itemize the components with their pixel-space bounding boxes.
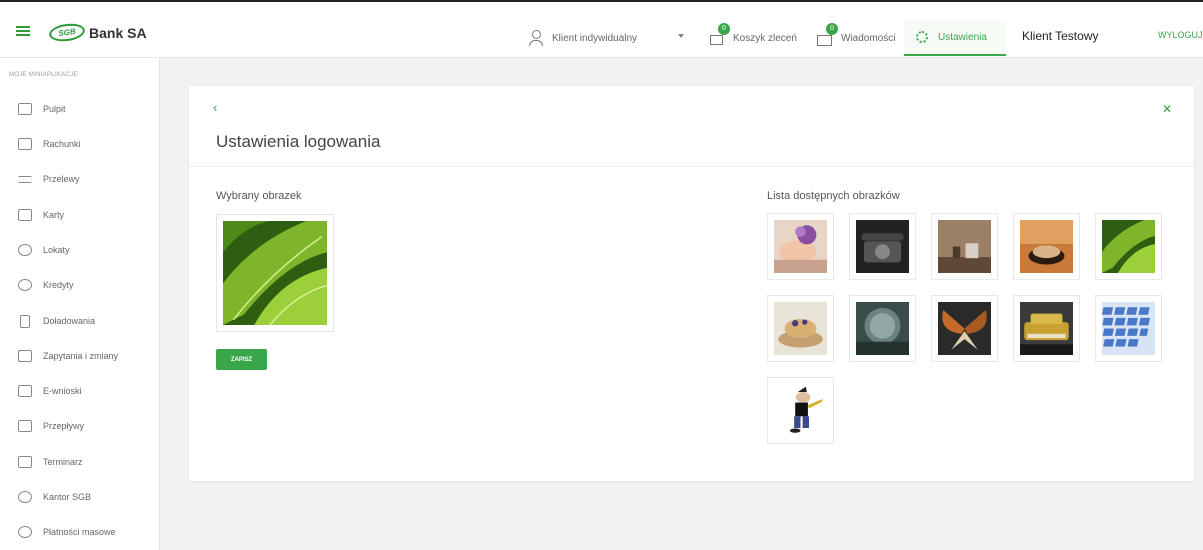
- client-name: Klient Testowy: [1022, 29, 1099, 43]
- basket-count-badge: 0: [718, 23, 730, 35]
- sidebar: MOJE MINIAPLIKACJE Pulpit Rachunki Przel…: [0, 58, 160, 550]
- close-icon[interactable]: ✕: [1162, 102, 1172, 116]
- logo-badge: SGB: [47, 21, 87, 44]
- sidebar-item-label: E-wnioski: [43, 386, 82, 396]
- transfers-icon: [18, 175, 32, 183]
- image-option-cartoon[interactable]: [767, 377, 834, 444]
- calendar-icon: [18, 456, 32, 468]
- sidebar-item-terminarz[interactable]: Terminarz: [0, 447, 160, 477]
- back-arrow-icon[interactable]: ‹: [213, 100, 227, 115]
- sidebar-item-rachunki[interactable]: Rachunki: [0, 129, 160, 159]
- image-option-desk-lamp[interactable]: [931, 213, 998, 280]
- sidebar-item-kantor[interactable]: Kantor SGB: [0, 482, 160, 512]
- card-icon: [18, 209, 32, 221]
- messages-label: Wiadomości: [841, 32, 896, 44]
- sidebar-item-pulpit[interactable]: Pulpit: [0, 94, 160, 124]
- image-option-butterfly[interactable]: [931, 295, 998, 362]
- logout-link[interactable]: WYLOGUJ: [1158, 30, 1203, 40]
- inquiries-icon: [18, 350, 32, 362]
- bulk-payments-icon: [18, 526, 32, 538]
- client-type-label: Klient indywidualny: [552, 32, 638, 44]
- sidebar-item-przeplywy[interactable]: Przepływy: [0, 411, 160, 441]
- sidebar-item-label: Kantor SGB: [43, 492, 92, 502]
- logo-text: Bank SA: [89, 24, 147, 41]
- phone-icon: [20, 314, 30, 328]
- sidebar-item-zapytania[interactable]: Zapytania i zmiany: [0, 341, 160, 371]
- nav-messages[interactable]: 0 Wiadomości: [817, 20, 895, 56]
- accounts-icon: [18, 138, 32, 150]
- sidebar-item-label: Zapytania i zmiany: [43, 351, 119, 361]
- image-option-cake[interactable]: [767, 295, 834, 362]
- user-icon: [528, 30, 544, 46]
- selected-image-label: Wybrany obrazek: [216, 190, 302, 202]
- sidebar-item-label: Rachunki: [43, 139, 81, 149]
- image-option-telephone[interactable]: [849, 213, 916, 280]
- forms-icon: [18, 385, 32, 397]
- sidebar-item-label: Przelewy: [43, 174, 80, 184]
- selected-image: [216, 214, 334, 332]
- image-option-keyboard[interactable]: [1095, 295, 1162, 362]
- available-images-label: Lista dostępnych obrazków: [767, 190, 900, 202]
- login-settings-card: ‹ ✕ Ustawienia logowania Wybrany obrazek…: [189, 86, 1194, 481]
- sidebar-item-kredyty[interactable]: Kredyty: [0, 270, 160, 300]
- page-title: Ustawienia logowania: [216, 132, 381, 151]
- nav-settings[interactable]: Ustawienia: [904, 20, 1006, 56]
- sidebar-item-e-wnioski[interactable]: E-wnioski: [0, 376, 160, 406]
- sidebar-item-label: Przepływy: [43, 421, 85, 431]
- image-option-compass[interactable]: [849, 295, 916, 362]
- flows-icon: [18, 420, 32, 432]
- envelope-icon: 0: [817, 23, 838, 46]
- bank-logo[interactable]: SGB Bank SA: [47, 21, 147, 44]
- messages-count-badge: 0: [826, 23, 838, 35]
- divider: [189, 166, 1194, 167]
- desktop-icon: [18, 103, 32, 115]
- gear-icon: [914, 29, 930, 45]
- image-option-vintage-car[interactable]: [1013, 295, 1080, 362]
- sidebar-item-label: Doładowania: [43, 316, 96, 326]
- client-type-selector[interactable]: Klient indywidualny: [528, 20, 637, 56]
- nav-basket[interactable]: 0 Koszyk zleceń: [709, 20, 797, 56]
- deposit-icon: [18, 244, 32, 256]
- image-option-coffee[interactable]: [1013, 213, 1080, 280]
- sidebar-item-label: Kredyty: [43, 280, 74, 290]
- sidebar-item-label: Pulpit: [43, 104, 66, 114]
- sidebar-item-label: Płatności masowe: [43, 527, 116, 537]
- credit-icon: [18, 279, 32, 291]
- sidebar-item-label: Terminarz: [43, 457, 83, 467]
- image-option-leaves[interactable]: [1095, 213, 1162, 280]
- exchange-icon: [18, 491, 32, 503]
- sidebar-item-przelewy[interactable]: Przelewy: [0, 164, 160, 194]
- chevron-down-icon[interactable]: [678, 34, 684, 38]
- save-button[interactable]: ZAPISZ: [216, 349, 267, 370]
- sidebar-item-label: Lokaty: [43, 245, 70, 255]
- sidebar-item-label: Karty: [43, 210, 65, 220]
- menu-icon[interactable]: [16, 26, 30, 36]
- basket-icon: 0: [709, 23, 730, 46]
- sidebar-item-karty[interactable]: Karty: [0, 200, 160, 230]
- basket-label: Koszyk zleceń: [733, 32, 797, 44]
- top-bar: SGB Bank SA Klient indywidualny 0 Koszyk…: [0, 0, 1203, 58]
- settings-label: Ustawienia: [938, 31, 987, 43]
- sidebar-item-lokaty[interactable]: Lokaty: [0, 235, 160, 265]
- sidebar-heading: MOJE MINIAPLIKACJE: [9, 72, 78, 78]
- sidebar-item-doladowania[interactable]: Doładowania: [0, 306, 160, 336]
- image-option-baby[interactable]: [767, 213, 834, 280]
- sidebar-item-platnosci-masowe[interactable]: Płatności masowe: [0, 517, 160, 547]
